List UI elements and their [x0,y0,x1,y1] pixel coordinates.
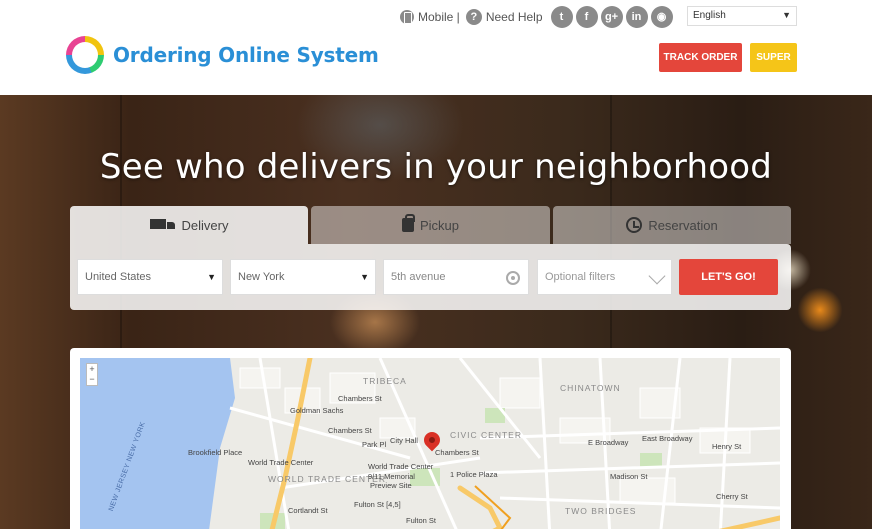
filters-select[interactable]: Optional filters [537,259,672,295]
map-station-label: World Trade Center [368,462,434,471]
chevron-down-icon: ▼ [782,10,791,20]
logo-text: Ordering Online System [113,43,379,67]
map-poi-label: 9/11 Memorial [368,472,415,481]
help-icon: ? [465,9,482,25]
site-logo[interactable]: Ordering Online System [66,36,379,74]
map-view[interactable]: + − TRIBECA CIVIC CENTER CHINATOWN WORLD… [80,358,780,529]
map-station-label: Fulton St [406,516,437,525]
bag-icon [401,214,415,232]
map-poi-label: City Hall [390,436,418,445]
logo-ring-icon [66,36,104,74]
mobile-link[interactable]: Mobile | [400,10,460,24]
map-street-label: East Broadway [642,434,693,443]
country-select[interactable]: United States ▼ [77,259,223,295]
map-poi-label: Preview Site [370,481,412,490]
chevron-down-icon: ▼ [360,272,369,282]
google-plus-icon[interactable]: g+ [600,6,623,28]
map-street-label: E Broadway [588,438,629,447]
map-street-label: Cherry St [716,492,748,501]
lets-go-button[interactable]: LET'S GO! [679,259,778,295]
filters-placeholder: Optional filters [545,271,616,283]
top-utility-bar: Mobile | ? Need Help t f g+ in ◉ [400,6,673,28]
twitter-icon[interactable]: t [550,6,573,28]
help-link[interactable]: ? Need Help [465,9,543,25]
map-district-label: TWO BRIDGES [565,506,637,516]
city-select[interactable]: New York ▼ [230,259,376,295]
map-poi-label: Goldman Sachs [290,406,344,415]
map-street-label: Henry St [712,442,742,451]
social-links: t f g+ in ◉ [550,6,673,28]
zoom-out-button[interactable]: − [87,374,97,384]
facebook-icon[interactable]: f [575,6,598,28]
address-placeholder: 5th avenue [391,271,446,283]
locate-me-icon[interactable] [506,271,520,285]
map-station-label: Cortlandt St [288,506,328,515]
address-input[interactable]: 5th avenue [383,259,529,295]
city-value: New York [238,271,285,283]
map-station-label: Chambers St [435,448,479,457]
tab-delivery[interactable]: Delivery [70,206,308,244]
map-district-label: CHINATOWN [560,383,621,393]
chevron-down-icon: ▼ [207,272,216,282]
tab-pickup-label: Pickup [419,217,460,233]
search-form: United States ▼ New York ▼ 5th avenue Op… [70,244,791,310]
clock-icon [626,217,643,233]
map-poi-label: 1 Police Plaza [450,470,498,479]
country-value: United States [85,271,152,283]
map-station-label: Chambers St [338,394,382,403]
map-district-label: CIVIC CENTER [450,430,522,440]
site-header: Mobile | ? Need Help t f g+ in ◉ English… [0,0,872,95]
map-station-label: Fulton St [4,5] [354,500,401,509]
track-order-button[interactable]: TRACK ORDER [659,43,742,72]
mobile-label: Mobile | [418,10,460,24]
truck-icon [149,219,176,231]
tab-pickup[interactable]: Pickup [311,206,550,244]
map-street-label: Madison St [610,472,648,481]
hudson-river [80,358,235,529]
hero-section: See who delivers in your neighborhood De… [0,95,872,529]
map-poi-label: Brookfield Place [188,448,243,457]
language-select[interactable]: English ▼ [687,6,797,26]
tab-reservation-label: Reservation [648,217,718,233]
map-card: + − TRIBECA CIVIC CENTER CHINATOWN WORLD… [70,348,791,529]
map-zoom-control[interactable]: + − [86,363,98,386]
tab-reservation[interactable]: Reservation [553,206,791,244]
mobile-phone-icon [400,10,414,24]
hero-title: See who delivers in your neighborhood [99,147,773,187]
help-label: Need Help [485,10,543,24]
super-button[interactable]: SUPER [750,43,797,72]
chevron-down-icon [648,267,666,285]
zoom-in-button[interactable]: + [87,364,97,374]
map-station-label: World Trade Center [248,458,314,467]
map-district-label: TRIBECA [363,376,407,386]
rss-icon[interactable]: ◉ [650,6,673,28]
tab-delivery-label: Delivery [181,217,229,233]
language-value: English [693,10,726,21]
map-station-label: Park Pl [362,440,387,449]
map-station-label: Chambers St [328,426,372,435]
linkedin-icon[interactable]: in [625,6,648,28]
